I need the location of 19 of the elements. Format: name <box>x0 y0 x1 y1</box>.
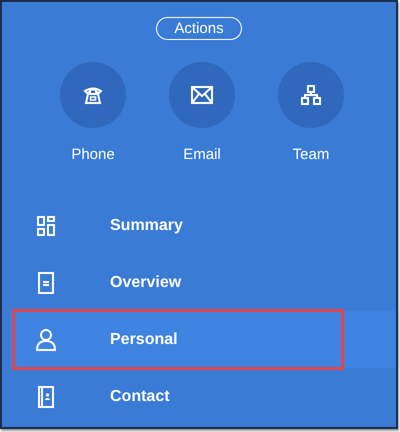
org-chart-icon <box>301 85 321 105</box>
nav-label: Overview <box>110 274 182 292</box>
action-label: Email <box>183 146 221 163</box>
actions-button[interactable]: Actions <box>156 17 242 40</box>
nav-label: Personal <box>110 330 178 348</box>
action-label: Phone <box>71 146 115 163</box>
contact-book-icon <box>38 386 54 408</box>
envelope-icon <box>191 86 213 104</box>
nav-item[interactable]: Overview <box>10 254 396 311</box>
action-label: Team <box>292 146 330 163</box>
document-icon <box>38 272 54 294</box>
person-icon <box>36 328 56 350</box>
dashboard-icon <box>37 216 55 236</box>
nav-label: Contact <box>110 388 170 406</box>
telephone-icon <box>83 85 103 105</box>
nav-item[interactable]: Contact <box>10 368 396 425</box>
nav-item[interactable]: Summary <box>10 197 396 254</box>
nav-item[interactable]: Personal <box>10 311 396 368</box>
nav-label: Summary <box>110 216 183 234</box>
